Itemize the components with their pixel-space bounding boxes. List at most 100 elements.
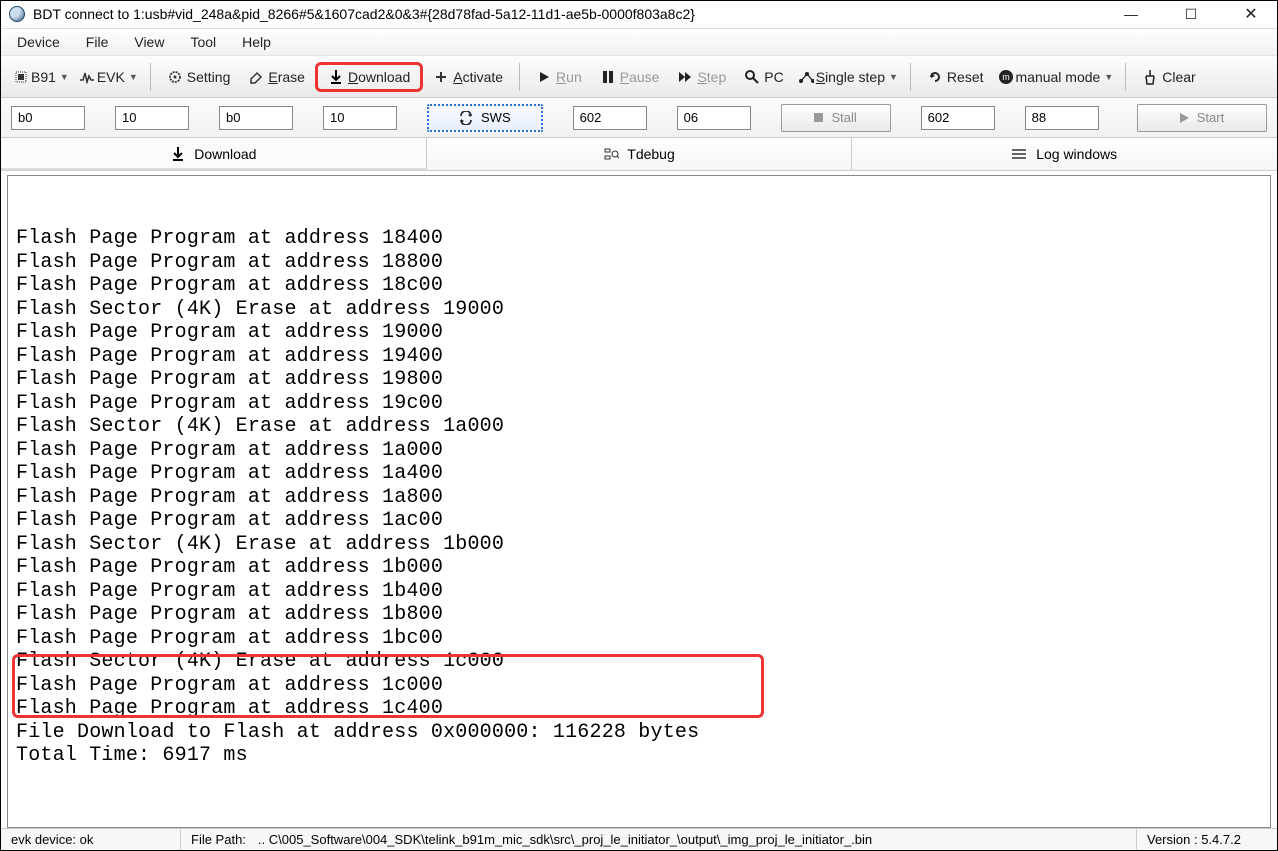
log-line: Flash Page Program at address 1b800 <box>16 603 1262 627</box>
chip-icon <box>13 69 29 85</box>
filepath-label: File Path: <box>191 832 246 847</box>
menu-device[interactable]: Device <box>11 32 66 52</box>
step-icon <box>677 69 693 85</box>
window-controls: — ☐ ✕ <box>1113 4 1269 24</box>
reset-button[interactable]: Reset <box>919 65 992 89</box>
chip-dropdown[interactable]: B91 ▼ <box>9 65 73 89</box>
log-line: Flash Sector (4K) Erase at address 1a000 <box>16 415 1262 439</box>
param-field-8[interactable] <box>1025 106 1099 130</box>
stall-button[interactable]: Stall <box>781 104 891 132</box>
pc-button[interactable]: PC <box>736 65 791 89</box>
mode-dropdown[interactable]: m manual mode ▼ <box>994 65 1118 89</box>
plus-icon <box>433 69 449 85</box>
erase-button[interactable]: Erase <box>240 65 313 89</box>
board-dropdown[interactable]: EVK ▼ <box>75 65 142 89</box>
download-annotation: Download <box>315 62 423 92</box>
list-icon <box>1012 146 1028 162</box>
log-line: Flash Page Program at address 1b000 <box>16 556 1262 580</box>
setting-button[interactable]: Setting <box>159 65 239 89</box>
tab-tdebug[interactable]: Tdebug <box>427 138 853 170</box>
run-button[interactable]: Run <box>528 65 590 89</box>
separator <box>1125 63 1126 91</box>
close-button[interactable]: ✕ <box>1233 4 1269 24</box>
svg-text:m: m <box>1002 72 1010 82</box>
step-button[interactable]: Step <box>669 65 734 89</box>
pause-icon <box>600 69 616 85</box>
download-button[interactable]: Download <box>320 65 418 89</box>
param-field-2[interactable] <box>115 106 189 130</box>
erase-icon <box>248 69 264 85</box>
toolbar: B91 ▼ EVK ▼ Setting Erase Download Activ… <box>1 56 1277 98</box>
log-panel: Flash Page Program at address 18400Flash… <box>7 175 1271 828</box>
pause-button[interactable]: Pause <box>592 65 668 89</box>
trace-icon <box>798 69 814 85</box>
log-line: Flash Page Program at address 1ac00 <box>16 509 1262 533</box>
minimize-button[interactable]: — <box>1113 4 1149 24</box>
stall-label: Stall <box>831 110 856 125</box>
log-line: Flash Page Program at address 18c00 <box>16 274 1262 298</box>
download-label: Download <box>348 69 410 85</box>
separator <box>910 63 911 91</box>
log-line: Flash Page Program at address 1a400 <box>16 462 1262 486</box>
menu-tool[interactable]: Tool <box>184 32 222 52</box>
tab-download[interactable]: Download <box>1 138 427 170</box>
activate-button[interactable]: Activate <box>425 65 511 89</box>
statusbar: evk device: ok File Path: .. C\005_Softw… <box>1 828 1277 850</box>
pc-label: PC <box>764 69 783 85</box>
setting-label: Setting <box>187 69 231 85</box>
log-line: Flash Page Program at address 19800 <box>16 368 1262 392</box>
log-line: Flash Page Program at address 18400 <box>16 227 1262 251</box>
menubar: Device File View Tool Help <box>1 29 1277 57</box>
param-field-1[interactable] <box>11 106 85 130</box>
caret-icon: ▼ <box>1104 72 1113 82</box>
log-line: Flash Page Program at address 1c400 <box>16 697 1262 721</box>
param-field-5[interactable] <box>573 106 647 130</box>
singlestep-label: Single step <box>816 69 885 85</box>
clear-icon <box>1142 69 1158 85</box>
log-line: Flash Sector (4K) Erase at address 1b000 <box>16 533 1262 557</box>
sws-label: SWS <box>481 110 511 125</box>
pause-label: Pause <box>620 69 660 85</box>
board-label: EVK <box>97 69 125 85</box>
start-button[interactable]: Start <box>1137 104 1267 132</box>
caret-icon: ▼ <box>129 72 138 82</box>
param-field-4[interactable] <box>323 106 397 130</box>
clear-button[interactable]: Clear <box>1134 65 1203 89</box>
caret-icon: ▼ <box>60 72 69 82</box>
chip-label: B91 <box>31 69 56 85</box>
play-icon <box>1180 113 1189 123</box>
log-line: Flash Sector (4K) Erase at address 19000 <box>16 298 1262 322</box>
download-icon <box>170 146 186 162</box>
separator <box>150 63 151 91</box>
singlestep-dropdown[interactable]: Single step ▼ <box>794 65 902 89</box>
params-row: SWS Stall Start <box>1 98 1277 138</box>
param-field-3[interactable] <box>219 106 293 130</box>
start-label: Start <box>1197 110 1224 125</box>
log-line: Flash Page Program at address 1c000 <box>16 674 1262 698</box>
debug-icon <box>603 146 619 162</box>
run-label: Run <box>556 69 582 85</box>
log-text[interactable]: Flash Page Program at address 18400Flash… <box>8 176 1270 827</box>
param-field-6[interactable] <box>677 106 751 130</box>
mode-icon: m <box>998 69 1014 85</box>
log-line: Flash Page Program at address 18800 <box>16 251 1262 275</box>
log-line: Flash Page Program at address 1bc00 <box>16 627 1262 651</box>
refresh-icon <box>459 111 473 125</box>
status-filepath: File Path: .. C\005_Software\004_SDK\tel… <box>181 829 1137 850</box>
tab-logwindows[interactable]: Log windows <box>852 138 1277 170</box>
log-scroll[interactable]: Flash Page Program at address 18400Flash… <box>8 176 1270 827</box>
log-line: Flash Page Program at address 1b400 <box>16 580 1262 604</box>
maximize-button[interactable]: ☐ <box>1173 4 1209 24</box>
mode-label: manual mode <box>1016 69 1101 85</box>
app-icon <box>9 6 25 22</box>
sws-button[interactable]: SWS <box>427 104 543 132</box>
param-field-7[interactable] <box>921 106 995 130</box>
pulse-icon <box>79 69 95 85</box>
menu-view[interactable]: View <box>128 32 170 52</box>
activate-label: Activate <box>453 69 503 85</box>
play-icon <box>536 69 552 85</box>
menu-file[interactable]: File <box>80 32 115 52</box>
reset-icon <box>927 69 943 85</box>
menu-help[interactable]: Help <box>236 32 277 52</box>
stop-icon <box>814 113 823 122</box>
